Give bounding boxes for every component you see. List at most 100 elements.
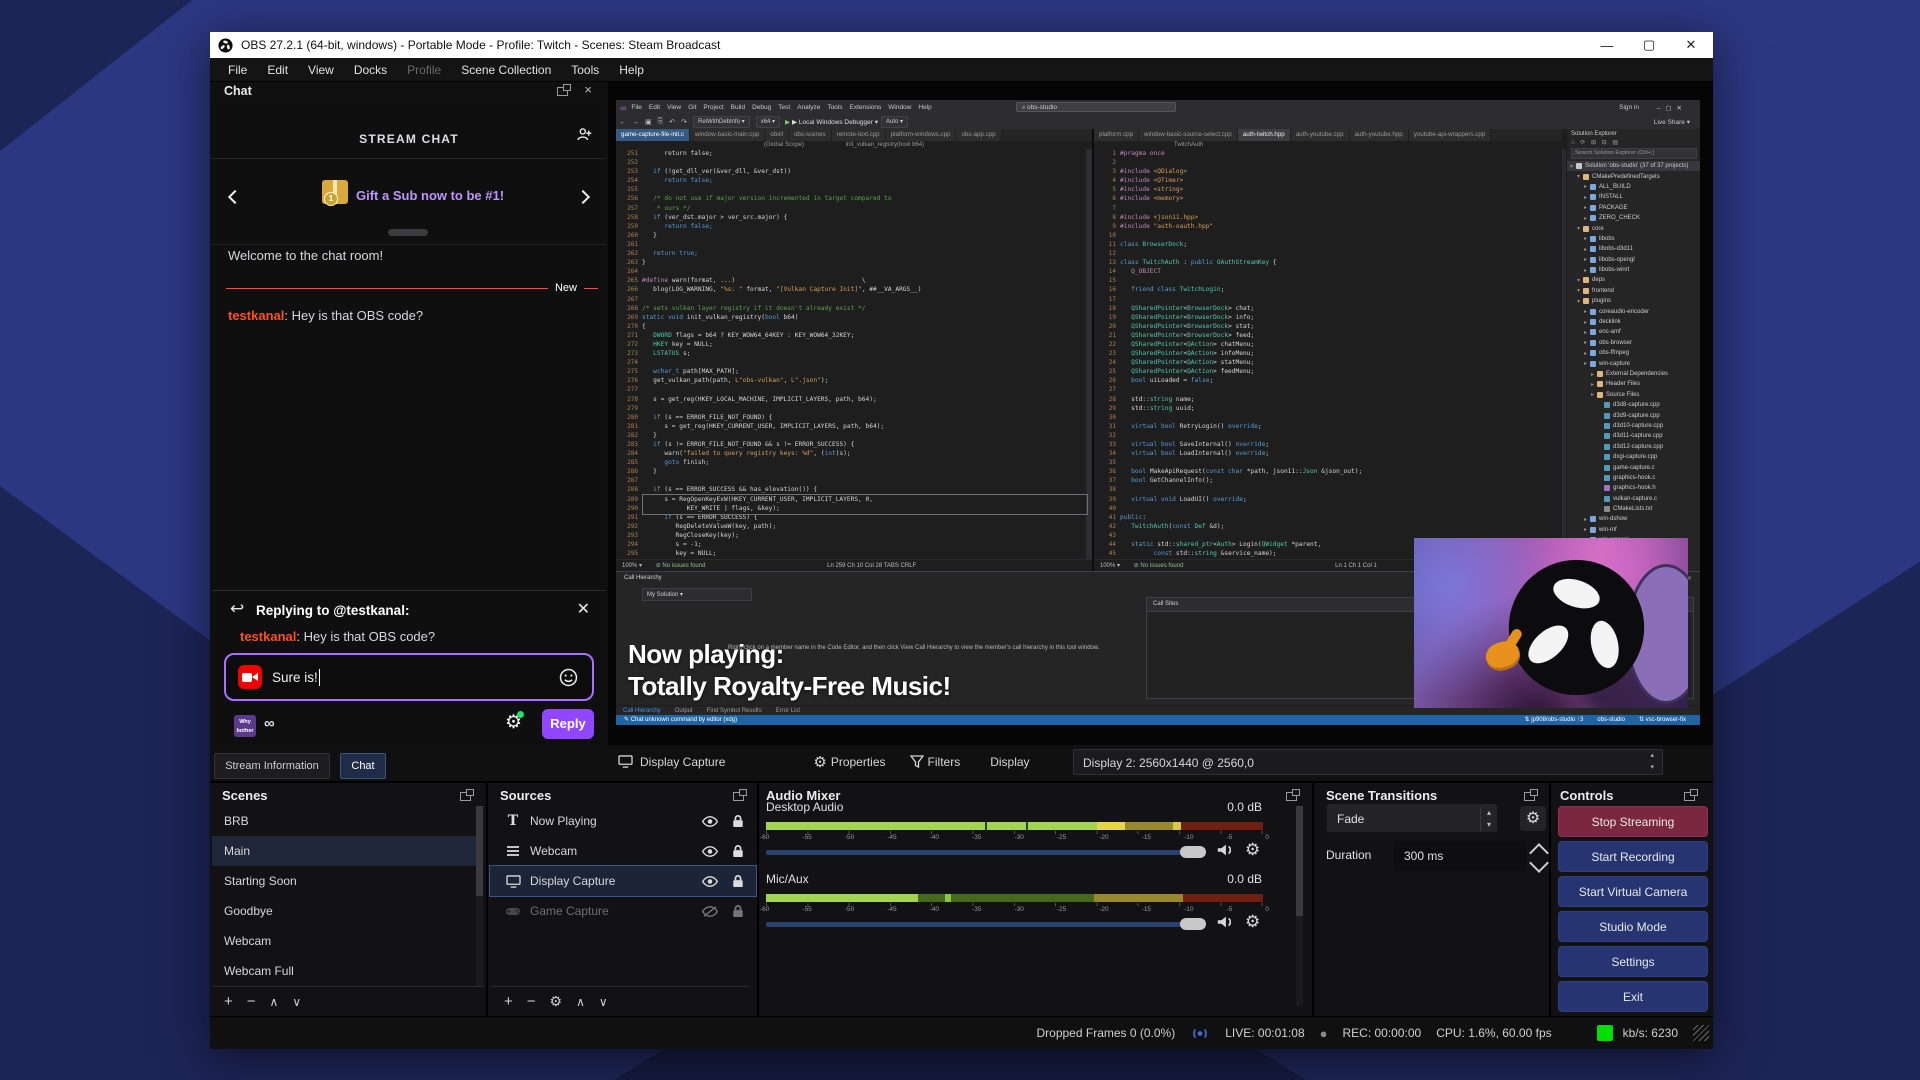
solution-tree-item[interactable]: ▸ PACKAGE — [1567, 203, 1700, 213]
menu-tools[interactable]: Tools — [561, 63, 609, 77]
vs-editor-tab[interactable]: platform.cpp — [1094, 129, 1140, 141]
scene-row[interactable]: Main — [212, 836, 476, 866]
menu-file[interactable]: File — [218, 63, 257, 77]
vs-panel-tab[interactable]: Output — [675, 708, 693, 714]
solution-tree-item[interactable]: ▸ win-dshow — [1567, 514, 1700, 524]
solution-tree-item[interactable]: ▸ obs-ffmpeg — [1567, 348, 1700, 358]
resize-grip[interactable] — [1693, 1025, 1709, 1041]
solution-tree-item[interactable]: ▸ INSTALL — [1567, 192, 1700, 202]
vs-editor-tab[interactable]: platform-windows.cpp — [885, 129, 957, 141]
exit-button[interactable]: Exit — [1558, 981, 1708, 1012]
mixer-float-icon[interactable] — [1286, 789, 1300, 801]
solution-tree-item[interactable]: d3d11-capture.cpp — [1567, 431, 1700, 441]
sources-float-icon[interactable] — [733, 789, 747, 801]
volume-slider-handle[interactable] — [1180, 918, 1206, 930]
sources-toolbar[interactable]: + − ⚙ ∧ ∨ — [504, 993, 622, 1010]
chat-input[interactable]: Sure is! — [224, 653, 594, 701]
solution-tree-item[interactable]: ▸ libobs-d3d11 — [1567, 244, 1700, 254]
solution-tree-item[interactable]: ▾ Solution 'obs-studio' (37 of 37 project… — [1567, 161, 1700, 172]
studio-mode-button[interactable]: Studio Mode — [1558, 911, 1708, 942]
start-recording-button[interactable]: Start Recording — [1558, 841, 1708, 872]
display-select[interactable]: Display 2: 2560x1440 @ 2560,0 ▴ ▾ — [1073, 749, 1663, 775]
mixer-gear-icon[interactable]: ⚙ — [1245, 840, 1260, 860]
eye-off-icon[interactable] — [702, 905, 718, 917]
solution-tree-item[interactable]: ▸ libobs-opengl — [1567, 255, 1700, 265]
scene-row[interactable]: Webcam — [212, 926, 476, 956]
mixer-scrollbar[interactable] — [1296, 806, 1303, 1006]
volume-slider[interactable] — [766, 850, 1186, 855]
vs-panel-tab[interactable]: Call Hierarchy — [623, 708, 661, 714]
lock-icon[interactable] — [732, 844, 744, 858]
solution-tree-item[interactable]: graphics-hook.h — [1567, 483, 1700, 493]
gift-banner-text[interactable]: Gift a Sub now to be #1! — [356, 188, 504, 203]
source-row[interactable]: Game Capture — [490, 896, 756, 926]
solution-tree-item[interactable]: ▸ ZERO_CHECK — [1567, 213, 1700, 223]
source-row[interactable]: T Now Playing — [490, 806, 756, 836]
lock-icon[interactable] — [732, 814, 744, 828]
controls-float-icon[interactable] — [1684, 789, 1698, 801]
add-scene-button[interactable]: + — [224, 993, 233, 1010]
solution-tree-item[interactable]: ▾ deps — [1567, 275, 1700, 285]
vs-editor-tab[interactable]: obs-app.cpp — [956, 129, 1002, 141]
start-virtual-camera-button[interactable]: Start Virtual Camera — [1558, 876, 1708, 907]
solution-search-box[interactable]: Search Solution Explorer (Ctrl+;) — [1571, 148, 1697, 159]
solution-tree-item[interactable]: ▸ win-mf — [1567, 525, 1700, 535]
stop-streaming-button[interactable]: Stop Streaming — [1558, 806, 1708, 837]
solution-tree-item[interactable]: ▾ core — [1567, 223, 1700, 233]
scenes-toolbar[interactable]: + − ∧ ∨ — [224, 993, 315, 1010]
menu-view[interactable]: View — [298, 63, 344, 77]
solution-tree-item[interactable]: ▸ ALL_BUILD — [1567, 182, 1700, 192]
scene-row[interactable]: BRB — [212, 806, 476, 836]
gift-sub-banner[interactable]: Gift a Sub now to be #1! — [212, 158, 606, 245]
vs-editor-tab[interactable]: window-basic-source-select.cpp — [1139, 129, 1238, 141]
scenes-float-icon[interactable] — [460, 789, 474, 801]
mute-speaker-icon[interactable] — [1216, 842, 1234, 858]
reply-button[interactable]: Reply — [542, 709, 594, 739]
vs-solution-explorer[interactable]: Solution Explorer ⌂ ⟳ ⊞ ⊟ ▤ Search Solut… — [1566, 129, 1700, 571]
chat-dock-header[interactable]: Chat × — [210, 82, 608, 102]
scenes-scrollbar[interactable] — [476, 806, 483, 986]
solution-tree-item[interactable]: ▸ decklink — [1567, 317, 1700, 327]
duration-field[interactable]: 300 ms — [1394, 841, 1526, 871]
solution-tree-item[interactable]: ▾ frontend — [1567, 286, 1700, 296]
transition-gear-icon[interactable]: ⚙ — [1520, 806, 1546, 831]
volume-slider-handle[interactable] — [1180, 846, 1206, 858]
eye-icon[interactable] — [702, 815, 718, 827]
solution-tree-item[interactable]: d3d9-capture.cpp — [1567, 410, 1700, 420]
reply-close-icon[interactable]: ✕ — [577, 599, 590, 619]
solution-tree-item[interactable]: ▸ Source Files — [1567, 390, 1700, 400]
vs-editor-tab[interactable]: youtube-api-wrappers.cpp — [1408, 129, 1492, 141]
solution-tree-item[interactable]: dxgi-capture.cpp — [1567, 452, 1700, 462]
scene-row[interactable]: Starting Soon — [212, 866, 476, 896]
settings-button[interactable]: Settings — [1558, 946, 1708, 977]
solution-tree-item[interactable]: d3d10-capture.cpp — [1567, 421, 1700, 431]
remove-source-button[interactable]: − — [527, 993, 536, 1010]
vs-editor-tab[interactable]: window-basic-main.cpp — [689, 129, 766, 141]
transition-select[interactable]: Fade ▴ ▾ — [1326, 803, 1498, 833]
solution-tree-item[interactable]: ▸ libobs-winrt — [1567, 265, 1700, 275]
community-users-icon[interactable] — [576, 127, 593, 141]
volume-slider[interactable] — [766, 922, 1186, 927]
solution-tree-item[interactable]: d3d8-capture.cpp — [1567, 400, 1700, 410]
dock-close-icon[interactable]: × — [584, 82, 592, 97]
filters-icon[interactable] — [909, 755, 924, 768]
webcam-overlay[interactable] — [1414, 538, 1688, 708]
minimize-button[interactable]: — — [1586, 32, 1628, 58]
mixer-gear-icon[interactable]: ⚙ — [1245, 912, 1260, 932]
scene-down-button[interactable]: ∨ — [292, 995, 301, 1009]
solution-tree-item[interactable]: ▾ CMakePredefinedTargets — [1567, 171, 1700, 181]
vs-editor-tab[interactable]: game-capture-file-init.c — [616, 129, 690, 141]
remove-scene-button[interactable]: − — [247, 993, 256, 1010]
solution-tree-item[interactable]: ▸ Header Files — [1567, 379, 1700, 389]
solution-tree-item[interactable]: ▸ win-capture — [1567, 358, 1700, 368]
scene-row[interactable]: Goodbye — [212, 896, 476, 926]
source-row[interactable]: Display Capture — [489, 865, 757, 897]
channel-points-badge[interactable]: Why bother — [234, 715, 256, 737]
mute-speaker-icon[interactable] — [1216, 914, 1234, 930]
menu-docks[interactable]: Docks — [344, 63, 397, 77]
menu-edit[interactable]: Edit — [257, 63, 298, 77]
properties-gear-icon[interactable]: ⚙ — [813, 753, 826, 771]
vs-editor-tab[interactable]: remote-text.cpp — [831, 129, 886, 141]
maximize-button[interactable]: ▢ — [1628, 32, 1670, 58]
banner-prev-icon[interactable] — [227, 189, 243, 205]
